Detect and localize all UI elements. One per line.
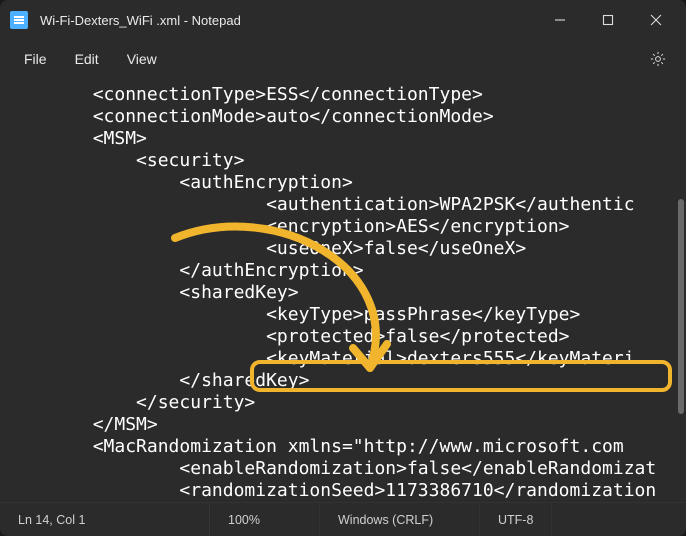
vertical-scrollbar[interactable] bbox=[678, 84, 684, 496]
minimize-button[interactable] bbox=[536, 0, 584, 40]
maximize-icon bbox=[602, 14, 614, 26]
titlebar[interactable]: Wi-Fi-Dexters_WiFi .xml - Notepad bbox=[0, 0, 686, 40]
menu-file[interactable]: File bbox=[10, 45, 61, 73]
scrollbar-thumb[interactable] bbox=[678, 199, 684, 413]
statusbar: Ln 14, Col 1 100% Windows (CRLF) UTF-8 bbox=[0, 502, 686, 536]
status-line-ending: Windows (CRLF) bbox=[320, 503, 480, 536]
menu-view[interactable]: View bbox=[113, 45, 171, 73]
close-icon bbox=[650, 14, 662, 26]
settings-button[interactable] bbox=[640, 43, 676, 75]
notepad-app-icon bbox=[10, 11, 28, 29]
maximize-button[interactable] bbox=[584, 0, 632, 40]
status-encoding: UTF-8 bbox=[480, 503, 552, 536]
close-button[interactable] bbox=[632, 0, 680, 40]
text-content[interactable]: <connectionType>ESS</connectionType> <co… bbox=[0, 78, 678, 502]
window-title: Wi-Fi-Dexters_WiFi .xml - Notepad bbox=[40, 13, 536, 28]
status-zoom[interactable]: 100% bbox=[210, 503, 320, 536]
editor-area[interactable]: <connectionType>ESS</connectionType> <co… bbox=[0, 78, 686, 502]
menu-edit[interactable]: Edit bbox=[61, 45, 113, 73]
status-cursor-position: Ln 14, Col 1 bbox=[0, 503, 210, 536]
minimize-icon bbox=[554, 14, 566, 26]
window-controls bbox=[536, 0, 680, 40]
menubar: File Edit View bbox=[0, 40, 686, 78]
notepad-window: Wi-Fi-Dexters_WiFi .xml - Notepad File E… bbox=[0, 0, 686, 536]
gear-icon bbox=[649, 50, 667, 68]
